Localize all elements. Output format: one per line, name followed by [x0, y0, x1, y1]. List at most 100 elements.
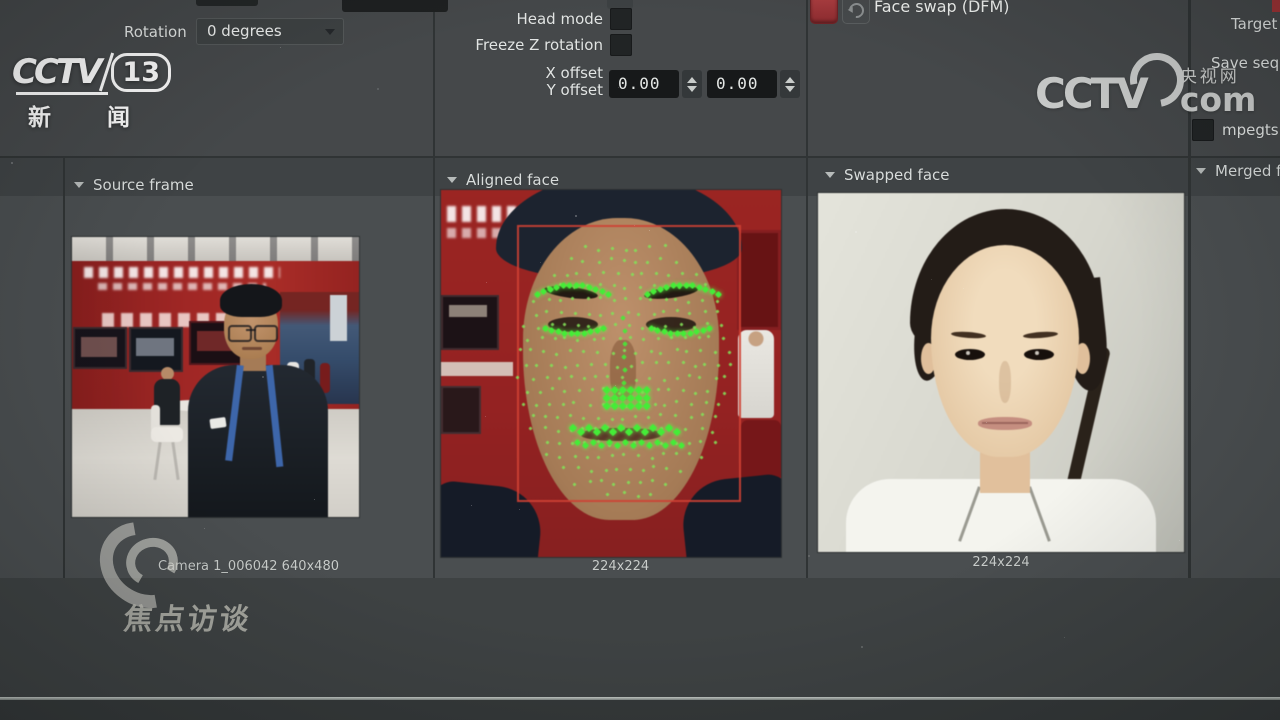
face-landmark-dot: [532, 377, 536, 381]
face-landmark-dot: [590, 388, 594, 392]
x-offset-stepper[interactable]: [682, 70, 702, 98]
face-landmark-dot: [521, 324, 525, 328]
face-landmark-dot: [666, 274, 670, 278]
head-mode-checkbox[interactable]: [610, 8, 632, 30]
face-landmark-dot: [694, 272, 698, 276]
face-landmark-dot: [689, 416, 693, 420]
source-art-man-body: [188, 365, 328, 517]
face-landmark-dot: [652, 313, 656, 317]
face-landmark-dot: [656, 336, 660, 340]
face-landmark-dot: [559, 310, 563, 314]
face-landmark-dot: [604, 468, 608, 472]
face-landmark-dot: [547, 298, 551, 302]
face-landmark-dot: [714, 377, 718, 381]
face-landmark-dot: [622, 341, 628, 347]
face-landmark-dot: [714, 440, 718, 444]
source-art-man-hair: [220, 284, 282, 317]
face-landmark-dot: [548, 402, 552, 406]
face-landmark-dot: [648, 298, 652, 302]
face-landmark-dot: [664, 244, 668, 248]
face-landmark-dot: [674, 413, 678, 417]
face-landmark-dot: [640, 272, 644, 276]
face-landmark-dot: [713, 350, 717, 354]
face-landmark-dot: [622, 259, 626, 263]
glasses-bridge: [246, 329, 256, 331]
partial-field[interactable]: [196, 0, 258, 6]
y-offset-input[interactable]: 0.00: [707, 70, 777, 98]
face-landmark-dot: [649, 350, 653, 354]
face-landmark-dot: [687, 300, 691, 304]
face-landmark-dot: [572, 482, 576, 486]
face-landmark-dot: [694, 365, 698, 369]
face-landmark-dot: [627, 324, 631, 328]
merged-frame-panel-header[interactable]: Merged f: [1196, 162, 1280, 180]
face-landmark-dot: [562, 402, 566, 406]
y-offset-stepper[interactable]: [780, 70, 800, 98]
face-landmark-dot: [706, 335, 710, 339]
face-landmark-dot: [563, 365, 567, 369]
focus-interview-logo: [98, 524, 194, 600]
face-landmark-dot: [627, 402, 635, 410]
face-landmark-dot: [529, 347, 533, 351]
swapped-face-panel-header[interactable]: Swapped face: [825, 166, 950, 184]
face-landmark-dot: [650, 456, 654, 460]
face-landmark-dot: [622, 348, 626, 352]
cctvcom-domain-text: com: [1180, 87, 1257, 113]
rotation-dropdown[interactable]: 0 degrees: [196, 18, 344, 45]
face-landmark-dot: [681, 360, 685, 364]
cctv13-news-text: 新 闻: [12, 98, 171, 132]
face-landmark-dot: [623, 328, 629, 334]
face-landmark-dot: [603, 386, 611, 394]
reset-button[interactable]: [842, 0, 870, 24]
face-landmark-dot: [519, 348, 523, 352]
face-landmark-dot: [698, 349, 702, 353]
face-landmark-dot: [666, 361, 670, 365]
face-landmark-dot: [611, 482, 615, 486]
face-landmark-dot: [694, 391, 698, 395]
aligned-face-panel-header[interactable]: Aligned face: [447, 171, 559, 189]
record-button[interactable]: [810, 0, 838, 24]
freeze-z-rotation-checkbox[interactable]: [610, 34, 632, 56]
face-landmark-dot: [587, 328, 594, 335]
face-landmark-dot: [622, 491, 626, 495]
face-landmark-dot: [643, 394, 651, 402]
face-landmark-dot: [578, 389, 582, 393]
face-landmark-dot: [616, 365, 620, 369]
face-landmark-dot: [715, 290, 722, 297]
face-landmark-dot: [587, 297, 591, 301]
source-art-screen: [131, 329, 181, 370]
face-landmark-dot: [720, 324, 724, 328]
face-landmark-dot: [665, 466, 669, 470]
column-divider: [63, 158, 65, 578]
face-landmark-dot: [611, 453, 615, 457]
face-landmark-dot: [562, 390, 566, 394]
face-landmark-dot: [531, 413, 535, 417]
source-art-banner-text: [84, 267, 280, 278]
face-landmark-dot: [679, 469, 683, 473]
partial-field[interactable]: [342, 0, 448, 12]
dust-speckle: [377, 88, 379, 90]
face-landmark-dot: [597, 248, 601, 252]
face-landmark-dot: [681, 271, 685, 275]
face-landmark-dot: [522, 403, 526, 407]
face-landmark-dot: [629, 365, 633, 369]
face-landmark-dot: [642, 468, 646, 472]
face-landmark-dot: [700, 455, 704, 459]
face-landmark-dot: [619, 402, 627, 410]
face-landmark-dot: [552, 273, 556, 277]
face-landmark-dot: [689, 282, 696, 289]
mpegts-label: mpegts u: [1222, 121, 1280, 139]
source-art-ceiling: [72, 237, 359, 261]
x-offset-input[interactable]: 0.00: [609, 70, 679, 98]
face-landmark-dot: [675, 309, 679, 313]
panel-title: Aligned face: [466, 171, 559, 189]
face-landmark-dot: [545, 375, 549, 379]
mpegts-checkbox[interactable]: [1192, 119, 1214, 141]
face-landmark-dot: [638, 297, 642, 301]
face-landmark-dot: [687, 312, 691, 316]
source-frame-panel-header[interactable]: Source frame: [74, 176, 194, 194]
cctv13-underline: [16, 92, 108, 95]
partial-record-button[interactable]: [1272, 0, 1280, 12]
monitor-bezel: [0, 700, 1280, 720]
face-landmark-dot: [675, 376, 679, 380]
